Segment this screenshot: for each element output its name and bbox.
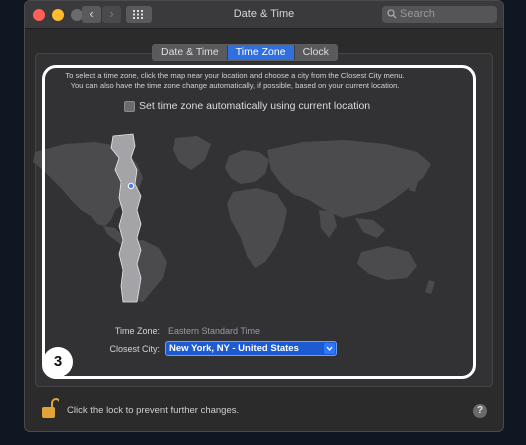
search-field[interactable]: Search [382,6,497,23]
step-number-badge: 3 [43,347,73,377]
tab-clock[interactable]: Clock [294,45,337,60]
screen: ‹ › Date & Time Search Date & Time Time … [0,0,526,445]
lock-open-icon[interactable] [41,398,59,420]
lock-text: Click the lock to prevent further change… [67,405,240,416]
tab-date-time[interactable]: Date & Time [153,45,228,60]
help-button[interactable]: ? [473,404,487,418]
search-icon [387,9,397,19]
title-bar: ‹ › Date & Time Search [25,1,503,29]
search-placeholder: Search [400,8,435,20]
step-highlight-outline [42,65,476,379]
tab-time-zone[interactable]: Time Zone [227,45,295,60]
tab-bar: Date & Time Time Zone Clock [152,44,338,61]
